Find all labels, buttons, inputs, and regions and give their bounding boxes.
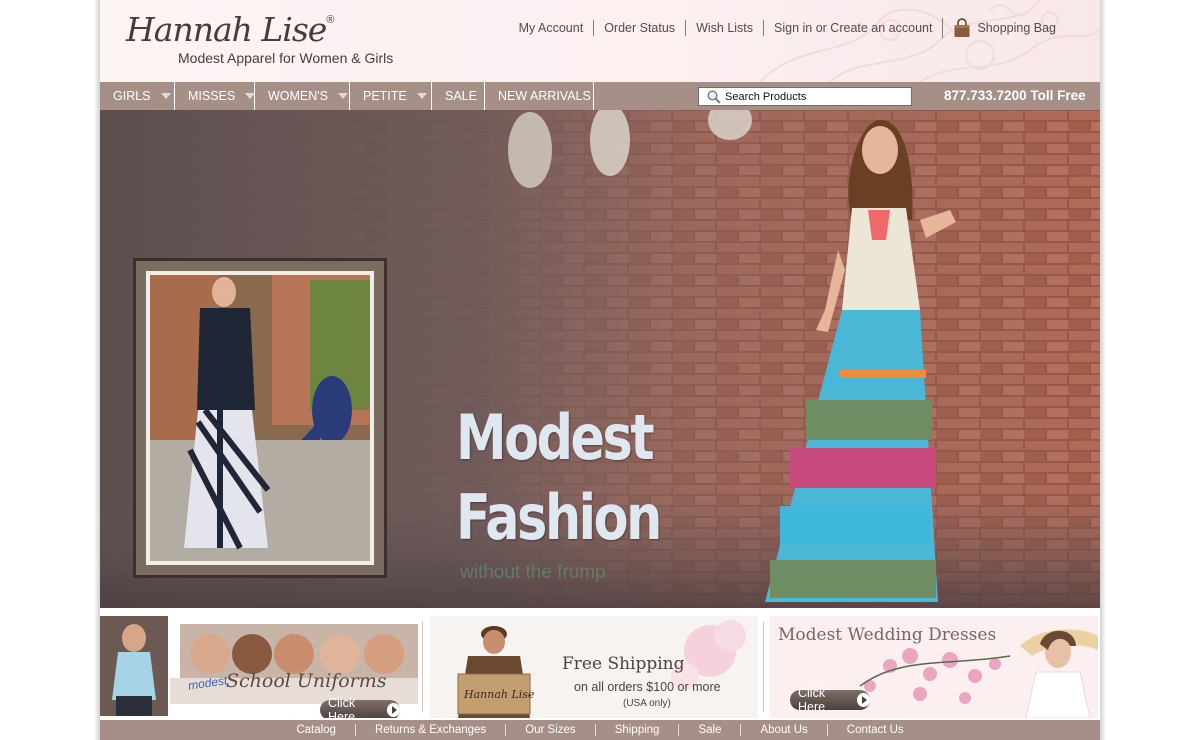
- chevron-down-icon: [160, 93, 171, 99]
- arrow-right-icon: [387, 703, 400, 717]
- hero-headline: Modest Fashion: [456, 398, 662, 558]
- main-nav: GIRLS MISSES WOMEN'S PETITE SALE NEW ARR…: [100, 82, 1100, 110]
- arrow-right-icon: [857, 693, 870, 707]
- footer-link-sizes[interactable]: Our Sizes: [505, 724, 595, 736]
- nav-misses-label: MISSES: [188, 89, 236, 103]
- nav-new-arrivals-label: NEW ARRIVALS: [498, 89, 591, 103]
- chevron-down-icon: [245, 93, 256, 99]
- shopping-bag-label: Shopping Bag: [977, 21, 1056, 35]
- nav-sale-label: SALE: [445, 89, 477, 103]
- wish-lists-link[interactable]: Wish Lists: [685, 20, 763, 36]
- logo-text: Hannah Lise: [126, 10, 327, 49]
- decorative-swirls: [759, 0, 1100, 82]
- footer-link-catalog[interactable]: Catalog: [277, 724, 355, 736]
- logo[interactable]: Hannah Lise®: [126, 10, 334, 49]
- footer-links: Catalog Returns & Exchanges Our Sizes Sh…: [100, 720, 1100, 740]
- shipping-line2: (USA only): [623, 698, 671, 709]
- hero-headline-line1: Modest: [456, 401, 655, 474]
- sign-in-link[interactable]: Sign in or Create an account: [763, 20, 942, 36]
- wedding-click-here-button[interactable]: Click Here: [790, 686, 870, 714]
- promo-strip: modest School Uniforms Click Here Hannah…: [100, 608, 1100, 720]
- order-status-link[interactable]: Order Status: [593, 20, 685, 36]
- uniforms-click-here-button[interactable]: Click Here: [320, 696, 400, 718]
- nav-womens[interactable]: WOMEN'S: [255, 82, 350, 110]
- hero-tagline: without the frump: [460, 562, 606, 583]
- wedding-title: Modest Wedding Dresses: [778, 625, 997, 645]
- hero-headline-line2: Fashion: [456, 481, 662, 554]
- site-header: Hannah Lise® Modest Apparel for Women & …: [100, 0, 1100, 82]
- shipping-line1: on all orders $100 or more: [574, 680, 721, 694]
- framed-photo: [133, 258, 387, 578]
- account-links: My Account Order Status Wish Lists Sign …: [509, 18, 1056, 38]
- footer-link-about[interactable]: About Us: [740, 724, 826, 736]
- promo-school-uniforms[interactable]: modest School Uniforms Click Here: [100, 616, 418, 718]
- nav-misses[interactable]: MISSES: [175, 82, 256, 110]
- nav-petite-label: PETITE: [363, 89, 407, 103]
- search-placeholder: Search Products: [725, 90, 807, 103]
- shopping-bag-icon: [954, 18, 970, 37]
- nav-petite[interactable]: PETITE: [350, 82, 432, 110]
- shopping-bag-link[interactable]: Shopping Bag: [942, 18, 1056, 38]
- nav-girls[interactable]: GIRLS: [100, 82, 175, 110]
- footer-link-contact[interactable]: Contact Us: [826, 724, 923, 736]
- promo-divider: [422, 622, 423, 712]
- my-account-link[interactable]: My Account: [509, 20, 594, 36]
- uniforms-title: School Uniforms: [226, 670, 387, 692]
- search-input[interactable]: Search Products: [698, 87, 912, 106]
- shipping-box-logo: Hannah Lise: [464, 688, 535, 701]
- page-shadow-right: [1100, 0, 1106, 740]
- chevron-down-icon: [338, 93, 349, 99]
- footer-link-shipping[interactable]: Shipping: [594, 724, 679, 736]
- nav-sale[interactable]: SALE: [432, 82, 485, 110]
- chevron-down-icon: [416, 93, 427, 99]
- nav-womens-label: WOMEN'S: [268, 89, 329, 103]
- toll-free-phone: 877.733.7200 Toll Free: [944, 88, 1086, 103]
- logo-tagline: Modest Apparel for Women & Girls: [178, 50, 394, 66]
- site-footer: Catalog Returns & Exchanges Our Sizes Sh…: [100, 720, 1100, 740]
- promo-free-shipping[interactable]: Hannah Lise Free Shipping on all orders …: [430, 616, 758, 718]
- wedding-button-label: Click Here: [798, 686, 826, 714]
- magnifier-icon: [707, 90, 721, 104]
- promo-divider: [763, 622, 764, 712]
- footer-link-returns[interactable]: Returns & Exchanges: [354, 724, 505, 736]
- uniforms-button-label: Click Here: [328, 696, 356, 718]
- hero-banner[interactable]: Modest Fashion without the frump: [100, 110, 1100, 608]
- nav-girls-label: GIRLS: [113, 89, 151, 103]
- promo-wedding-dresses[interactable]: Modest Wedding Dresses Click Here: [770, 616, 1098, 718]
- footer-link-sale[interactable]: Sale: [678, 724, 740, 736]
- nav-new-arrivals[interactable]: NEW ARRIVALS: [485, 82, 594, 110]
- logo-registered-mark: ®: [326, 14, 335, 26]
- shipping-title: Free Shipping: [562, 654, 685, 674]
- page: Hannah Lise® Modest Apparel for Women & …: [100, 0, 1100, 740]
